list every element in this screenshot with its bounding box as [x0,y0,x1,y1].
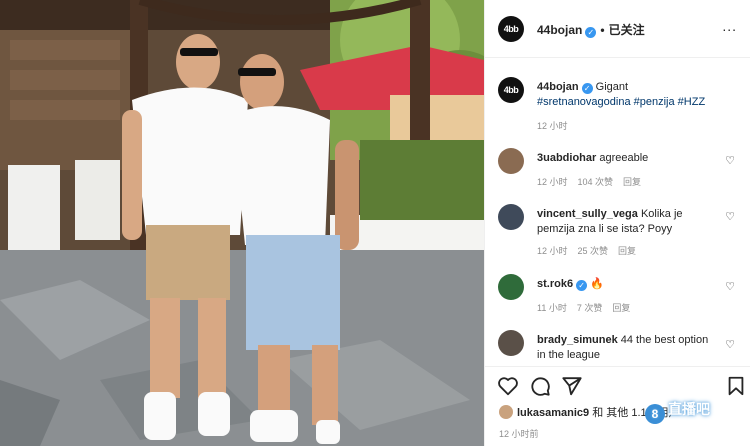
separator: • [600,23,605,37]
comment-time: 12 小时 [537,246,568,256]
watermark-text: 直播吧 [668,401,710,417]
comment-text: 3uabdiohar agreeable [537,151,717,166]
watermark: 8 直播吧 [645,399,710,424]
verified-badge-icon: ✓ [581,83,593,94]
author-avatar[interactable]: 4bb [498,16,524,42]
heart-icon[interactable] [497,375,519,397]
caption-avatar[interactable]: 4bb [498,77,524,103]
heart-icon[interactable]: ♡ [725,154,735,167]
caption-meta: 12 小时 [537,119,578,132]
comment-meta: 11 小时 7 次赞 回复 [537,301,640,314]
more-options-icon[interactable]: ... [722,18,737,34]
likes-count-text: 和 其他 1.1 [592,407,647,419]
comment-text: st.rok6 ✓ 🔥 [537,277,717,292]
post-header: 4bb 44bojan ✓ • 已关注 ... [485,0,750,58]
comment-body: agreeable [599,152,649,164]
post-time: 12 小时前 [499,429,539,439]
caption-body: Gigant [595,81,629,93]
post-side-panel: 4bb 44bojan ✓ • 已关注 ... 4bb 44bojan ✓ Gigant… [484,0,750,446]
author-line: 44bojan ✓ • 已关注 [537,21,645,38]
comment-text: vincent_sully_vega Kolika je pemzija zna… [537,207,717,237]
author-username[interactable]: 44bojan [537,23,582,37]
comment-time: 12 小时 [537,177,568,187]
commenter-avatar[interactable] [498,204,524,230]
watermark-logo: 8 [645,404,665,424]
follow-status-button[interactable]: 已关注 [609,23,645,37]
verified-badge-icon: ✓ [585,27,597,38]
comment-meta: 12 小时 25 次赞 回复 [537,244,646,257]
comment-username[interactable]: brady_simunek [537,334,618,346]
commenter-avatar[interactable] [498,148,524,174]
heart-icon[interactable]: ♡ [725,338,735,351]
caption-time: 12 小时 [537,121,568,131]
comment-likes[interactable]: 7 次赞 [577,303,603,313]
comment-meta: 12 小时 104 次赞 回复 [537,175,651,188]
comment-username[interactable]: st.rok6 [537,278,573,290]
verified-badge-icon: ✓ [576,280,588,291]
commenter-avatar[interactable] [498,274,524,300]
commenter-avatar[interactable] [498,330,524,356]
comment-username[interactable]: vincent_sully_vega [537,208,638,220]
comments-list[interactable]: 4bb 44bojan ✓ Gigant #sretnanovagodina #p… [485,58,750,366]
comment-time: 11 小时 [537,303,567,313]
reply-button[interactable]: 回复 [612,303,630,313]
bookmark-icon[interactable] [725,375,747,397]
comment-username[interactable]: 3uabdiohar [537,152,596,164]
post-photo[interactable] [0,0,484,446]
reply-button[interactable]: 回复 [618,246,636,256]
share-icon[interactable] [561,375,583,397]
caption-text: 44bojan ✓ Gigant #sretnanovagodina #penzi… [537,80,717,110]
heart-icon[interactable]: ♡ [725,210,735,223]
comment-icon[interactable] [529,375,551,397]
caption-username[interactable]: 44bojan [537,81,579,93]
liker-avatar [499,405,513,419]
comment-likes[interactable]: 25 次赞 [578,246,609,256]
caption-hashtags[interactable]: #sretnanovagodina #penzija #HZZ [537,96,705,108]
post-actions: lukasamanic9 和 其他 1.1位用户 12 小时前 8直播吧 [485,366,750,446]
photo-illustration [0,0,484,446]
comment-likes[interactable]: 104 次赞 [578,177,614,187]
liker-username[interactable]: lukasamanic9 [517,407,589,419]
heart-icon[interactable]: ♡ [725,280,735,293]
comment-text: brady_simunek 44 the best option in the … [537,333,717,363]
comment-body: 🔥 [590,278,604,290]
reply-button[interactable]: 回复 [623,177,641,187]
